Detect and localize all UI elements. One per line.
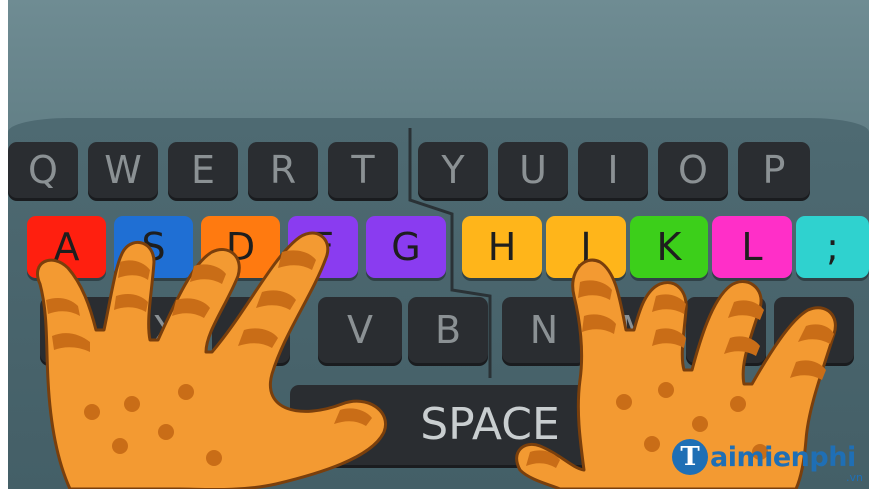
logo-mark-icon: T	[672, 439, 708, 475]
watermark-logo: T aimienphi .vn	[672, 437, 863, 484]
left-hand	[36, 231, 388, 489]
typing-lesson-scene: Q W E R T Y U I O P A S D F G H J K L ; …	[0, 0, 869, 489]
logo-suffix: .vn	[846, 471, 863, 484]
hands-illustration	[36, 231, 837, 489]
logo-text: aimienphi	[710, 441, 856, 473]
